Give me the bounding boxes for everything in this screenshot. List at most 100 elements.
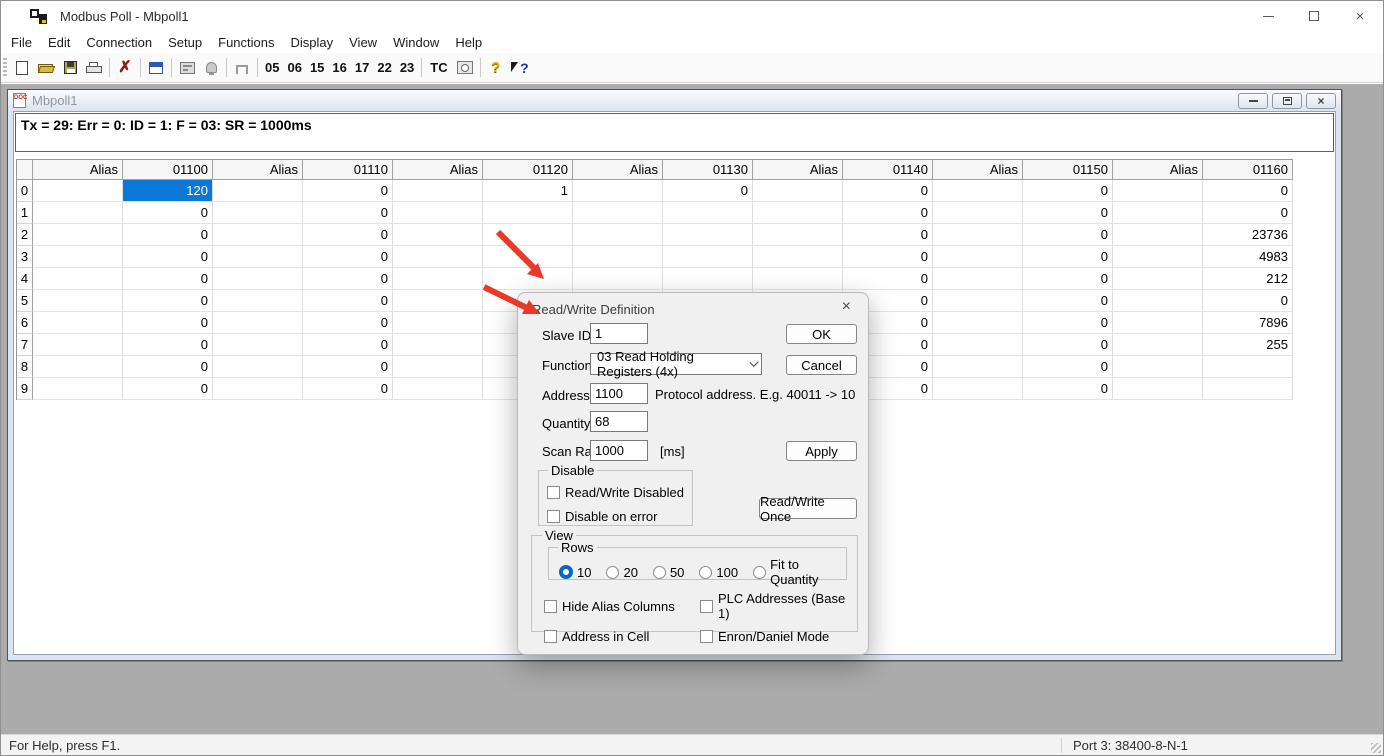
new-file-button[interactable] bbox=[10, 56, 34, 80]
grid-cell[interactable]: 0 bbox=[303, 356, 393, 378]
grid-cell[interactable]: 0 bbox=[843, 224, 933, 246]
grid-cell[interactable] bbox=[573, 224, 663, 246]
grid-cell[interactable]: 0 bbox=[843, 246, 933, 268]
pulse-button[interactable] bbox=[230, 56, 254, 80]
grid-cell[interactable] bbox=[933, 246, 1023, 268]
grid-cell[interactable] bbox=[1113, 356, 1203, 378]
grid-cell[interactable] bbox=[753, 180, 843, 202]
grid-cell[interactable] bbox=[1113, 378, 1203, 400]
menu-item-window[interactable]: Window bbox=[385, 33, 447, 52]
grid-cell[interactable]: 0 bbox=[663, 180, 753, 202]
grid-cell[interactable] bbox=[33, 202, 123, 224]
grid-cell[interactable] bbox=[213, 180, 303, 202]
grid-cell[interactable] bbox=[33, 180, 123, 202]
function-code-button-15[interactable]: 15 bbox=[306, 57, 328, 78]
grid-cell[interactable] bbox=[1203, 378, 1293, 400]
child-restore-button[interactable] bbox=[1272, 93, 1302, 109]
ok-button[interactable]: OK bbox=[786, 324, 857, 344]
grid-cell[interactable] bbox=[573, 202, 663, 224]
slave-id-input[interactable] bbox=[590, 323, 648, 344]
maximize-button[interactable] bbox=[1291, 1, 1337, 31]
grid-cell[interactable] bbox=[33, 312, 123, 334]
grid-cell[interactable]: 0 bbox=[123, 224, 213, 246]
menu-item-connection[interactable]: Connection bbox=[78, 33, 160, 52]
grid-cell[interactable] bbox=[753, 202, 843, 224]
grid-cell[interactable] bbox=[393, 180, 483, 202]
grid-cell[interactable]: 0 bbox=[1203, 202, 1293, 224]
function-code-button-06[interactable]: 06 bbox=[283, 57, 305, 78]
grid-cell[interactable]: 0 bbox=[303, 378, 393, 400]
quantity-input[interactable] bbox=[590, 411, 648, 432]
grid-cell[interactable] bbox=[213, 224, 303, 246]
grid-cell[interactable]: 0 bbox=[1023, 334, 1113, 356]
grid-cell[interactable] bbox=[393, 224, 483, 246]
grid-cell[interactable] bbox=[213, 246, 303, 268]
grid-cell[interactable] bbox=[1113, 290, 1203, 312]
grid-cell[interactable]: 0 bbox=[303, 246, 393, 268]
grid-cell[interactable] bbox=[213, 356, 303, 378]
grid-cell[interactable] bbox=[1113, 202, 1203, 224]
grid-cell[interactable]: 23736 bbox=[1203, 224, 1293, 246]
function-code-button-05[interactable]: 05 bbox=[261, 57, 283, 78]
grid-cell-selected[interactable]: 120 bbox=[123, 180, 213, 202]
menu-item-display[interactable]: Display bbox=[283, 33, 342, 52]
grid-cell[interactable]: 0 bbox=[303, 290, 393, 312]
grid-cell[interactable] bbox=[33, 356, 123, 378]
close-button[interactable]: × bbox=[1337, 1, 1383, 31]
grid-cell[interactable]: 0 bbox=[1023, 312, 1113, 334]
menu-item-help[interactable]: Help bbox=[447, 33, 490, 52]
function-code-button-22[interactable]: 22 bbox=[373, 57, 395, 78]
delete-button[interactable]: ✗ bbox=[113, 56, 137, 80]
context-help-button[interactable]: ? bbox=[508, 56, 532, 80]
grid-cell[interactable] bbox=[663, 224, 753, 246]
grid-cell[interactable] bbox=[573, 246, 663, 268]
setup-window-button[interactable] bbox=[144, 56, 168, 80]
radio-rows-10[interactable]: 10 bbox=[559, 557, 591, 587]
grid-cell[interactable]: 0 bbox=[1203, 180, 1293, 202]
grid-cell[interactable] bbox=[1113, 180, 1203, 202]
radio-rows-100[interactable]: 100 bbox=[699, 557, 738, 587]
menu-item-file[interactable]: File bbox=[3, 33, 40, 52]
grid-cell[interactable] bbox=[933, 268, 1023, 290]
grid-cell[interactable] bbox=[663, 202, 753, 224]
grid-cell[interactable] bbox=[933, 290, 1023, 312]
checkbox-plc-addresses-base-1-[interactable]: PLC Addresses (Base 1) bbox=[700, 591, 857, 621]
grid-cell[interactable]: 0 bbox=[1023, 378, 1113, 400]
radio-rows-fit-to-quantity[interactable]: Fit to Quantity bbox=[753, 557, 846, 587]
grid-cell[interactable] bbox=[393, 334, 483, 356]
grid-cell[interactable] bbox=[393, 246, 483, 268]
grid-cell[interactable] bbox=[1113, 224, 1203, 246]
apply-button[interactable]: Apply bbox=[786, 441, 857, 461]
grid-cell[interactable] bbox=[393, 378, 483, 400]
grid-cell[interactable] bbox=[213, 312, 303, 334]
grid-cell[interactable] bbox=[933, 224, 1023, 246]
grid-cell[interactable] bbox=[933, 334, 1023, 356]
radio-rows-20[interactable]: 20 bbox=[606, 557, 637, 587]
grid-cell[interactable]: 0 bbox=[1023, 290, 1113, 312]
open-file-button[interactable] bbox=[34, 56, 58, 80]
grid-cell[interactable]: 0 bbox=[303, 312, 393, 334]
grid-cell[interactable]: 0 bbox=[303, 334, 393, 356]
menu-item-view[interactable]: View bbox=[341, 33, 385, 52]
grid-cell[interactable]: 0 bbox=[843, 180, 933, 202]
grid-cell[interactable] bbox=[33, 224, 123, 246]
read-write-once-button[interactable]: Read/Write Once bbox=[759, 498, 857, 519]
checkbox-enron-daniel-mode[interactable]: Enron/Daniel Mode bbox=[700, 629, 857, 644]
grid-cell[interactable] bbox=[213, 290, 303, 312]
grid-cell[interactable]: 0 bbox=[843, 268, 933, 290]
scan-rate-input[interactable] bbox=[590, 440, 648, 461]
grid-cell[interactable]: 0 bbox=[1023, 246, 1113, 268]
grid-cell[interactable]: 0 bbox=[1023, 224, 1113, 246]
grid-cell[interactable] bbox=[393, 312, 483, 334]
function-code-button-23[interactable]: 23 bbox=[396, 57, 418, 78]
grid-cell[interactable] bbox=[933, 312, 1023, 334]
alarm-button[interactable] bbox=[199, 56, 223, 80]
grid-cell[interactable]: 0 bbox=[303, 224, 393, 246]
function-code-button-17[interactable]: 17 bbox=[351, 57, 373, 78]
grid-cell[interactable] bbox=[483, 202, 573, 224]
grid-cell[interactable]: 255 bbox=[1203, 334, 1293, 356]
save-button[interactable] bbox=[58, 56, 82, 80]
grid-cell[interactable]: 0 bbox=[1023, 202, 1113, 224]
grid-cell[interactable] bbox=[483, 246, 573, 268]
grid-cell[interactable] bbox=[33, 334, 123, 356]
